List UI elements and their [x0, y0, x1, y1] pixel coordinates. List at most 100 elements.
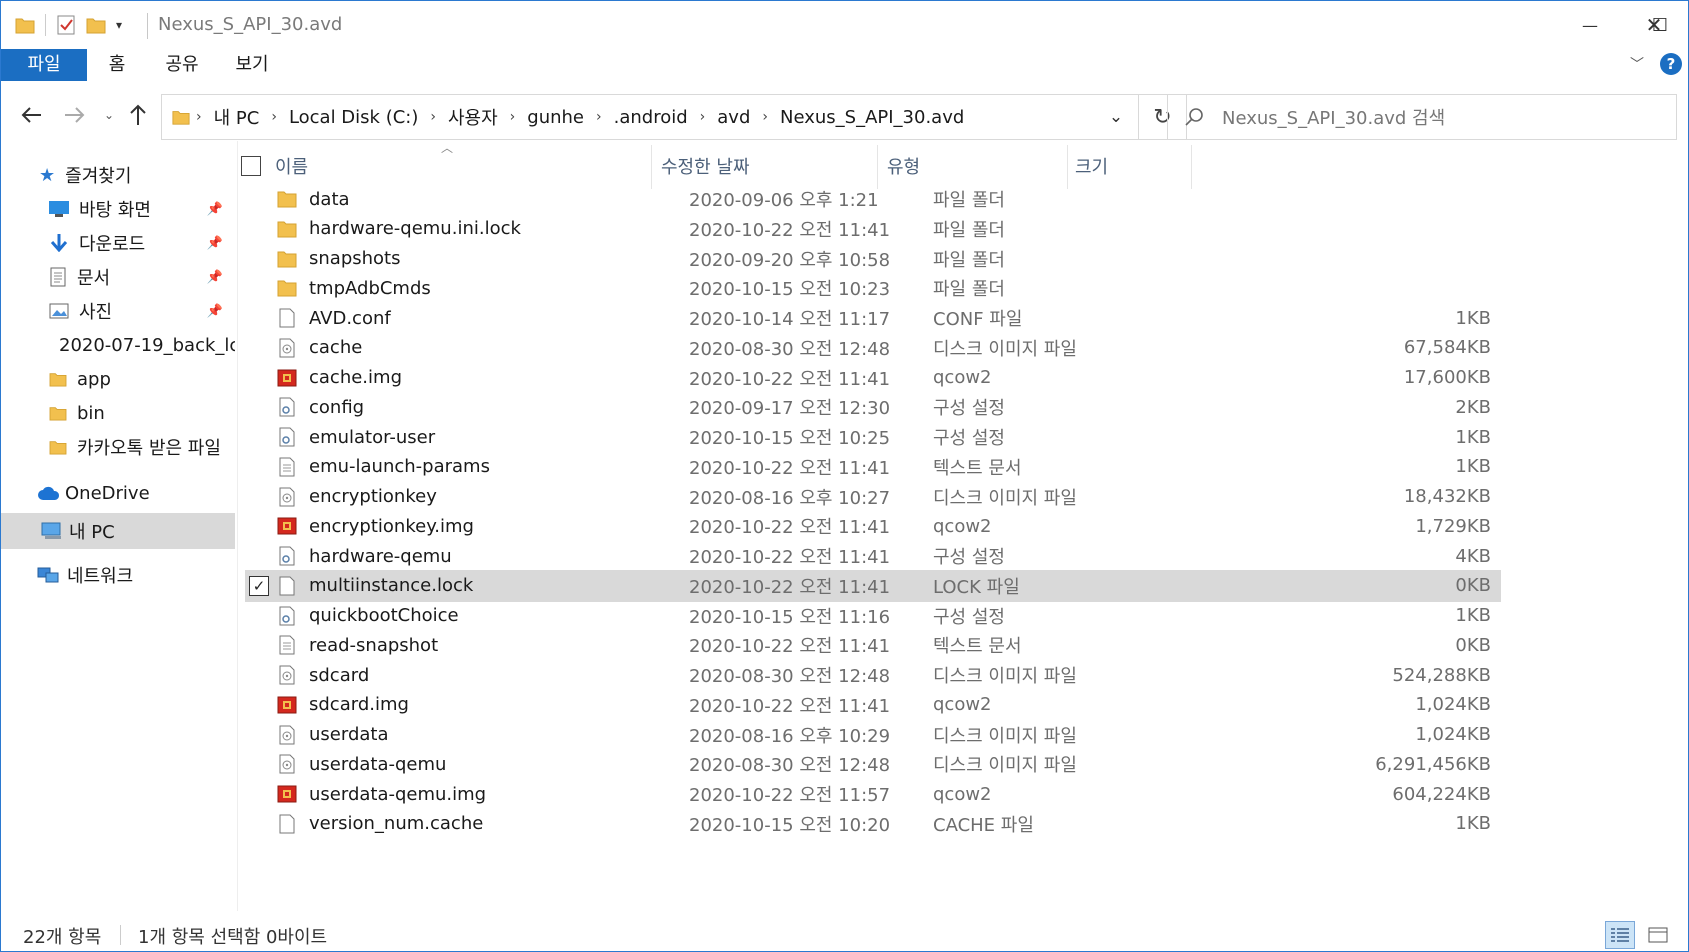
sidebar-item-pictures[interactable]: 사진 📌 [1, 293, 235, 329]
pin-icon[interactable]: 📌 [207, 236, 223, 251]
file-row[interactable]: encryptionkey 2020-08-16 오후 10:27 디스크 이미지 … [245, 481, 1501, 513]
chevron-right-icon[interactable]: › [590, 109, 608, 125]
sidebar-item-desktop[interactable]: 바탕 화면 📌 [1, 191, 235, 227]
expand-ribbon-icon[interactable]: ﹀ [1630, 54, 1644, 74]
chevron-down-icon: ⌄ [1108, 107, 1124, 127]
file-date: 2020-08-16 오후 10:27 [689, 487, 891, 509]
disc-file-icon [277, 754, 297, 774]
sidebar-item-this-pc[interactable]: 내 PC [1, 513, 235, 549]
sidebar-item-folder-back[interactable]: 2020-07-19_back_lc [1, 327, 235, 363]
folder-icon [49, 407, 67, 421]
sidebar-item-quick-access[interactable]: ★ 즐겨찾기 [1, 157, 235, 193]
file-row[interactable]: read-snapshot 2020-10-22 오전 11:41 텍스트 문서 0K… [245, 629, 1501, 661]
crumb-gunhe[interactable]: gunhe [521, 107, 590, 128]
file-date: 2020-09-17 오전 12:30 [689, 398, 891, 420]
chevron-right-icon[interactable]: › [424, 109, 442, 125]
file-row[interactable]: sdcard.img 2020-10-22 오전 11:41 qcow2 1,024K… [245, 689, 1501, 721]
recent-locations-button[interactable]: ⌄ [99, 99, 119, 131]
search-box[interactable]: Nexus_S_API_30.avd 검색 [1167, 94, 1677, 140]
tab-file[interactable]: 파일 [1, 49, 87, 81]
back-button[interactable] [17, 99, 47, 131]
crumb-this-pc[interactable]: 내 PC [208, 104, 266, 130]
file-row[interactable]: data 2020-09-06 오후 1:21 파일 폴더 [245, 183, 1501, 215]
file-row[interactable]: encryptionkey.img 2020-10-22 오전 11:41 qcow… [245, 510, 1501, 542]
crumb-avd[interactable]: avd [711, 107, 756, 128]
file-size: 2KB [1455, 396, 1491, 418]
desktop-icon [49, 201, 69, 217]
forward-button[interactable] [59, 99, 89, 131]
file-row[interactable]: userdata-qemu.img 2020-10-22 오전 11:57 qcow… [245, 778, 1501, 810]
file-type: qcow2 [933, 694, 992, 716]
sidebar-item-documents[interactable]: 문서 📌 [1, 259, 235, 295]
pin-icon[interactable]: 📌 [207, 270, 223, 285]
crumb-users[interactable]: 사용자 [442, 104, 504, 130]
sidebar-item-onedrive[interactable]: OneDrive [1, 475, 235, 511]
close-button[interactable]: ✕ [1620, 1, 1688, 49]
minimize-button[interactable]: — [1555, 1, 1625, 49]
chevron-right-icon[interactable]: › [190, 109, 208, 125]
file-row[interactable]: snapshots 2020-09-20 오후 10:58 파일 폴더 [245, 243, 1501, 275]
file-date: 2020-10-22 오전 11:41 [689, 368, 891, 390]
file-row[interactable]: cache.img 2020-10-22 오전 11:41 qcow2 17,600K… [245, 362, 1501, 394]
address-bar[interactable]: › 내 PC › Local Disk (C:) › 사용자 › gunhe ›… [161, 94, 1187, 140]
folder-icon[interactable] [15, 16, 35, 34]
file-row[interactable]: ✓ multiinstance.lock 2020-10-22 오전 11:41 LO… [245, 569, 1501, 602]
file-date: 2020-10-22 오전 11:41 [689, 547, 891, 568]
file-row[interactable]: config 2020-09-17 오전 12:30 구성 설정 2KB [245, 391, 1501, 423]
chevron-right-icon[interactable]: › [756, 109, 774, 125]
up-button[interactable] [123, 99, 153, 131]
pin-icon[interactable]: 📌 [207, 202, 223, 217]
folder-file-icon [277, 249, 297, 269]
file-name: cache.img [309, 367, 402, 388]
file-row[interactable]: hardware-qemu 2020-10-22 오전 11:41 구성 설정 4KB [245, 540, 1501, 572]
tab-view[interactable]: 보기 [227, 49, 277, 81]
file-row[interactable]: userdata-qemu 2020-08-30 오전 12:48 디스크 이미지 … [245, 748, 1501, 780]
ribbon: 파일 홈 공유 보기 ﹀ ? [1, 49, 1688, 81]
file-date: 2020-10-15 오전 10:25 [689, 428, 891, 449]
chevron-right-icon[interactable]: › [265, 109, 283, 125]
select-all-checkbox[interactable] [241, 156, 261, 176]
file-row[interactable]: AVD.conf 2020-10-14 오전 11:17 CONF 파일 1KB [245, 302, 1501, 334]
crumb-android[interactable]: .android [608, 107, 694, 128]
new-folder-icon[interactable] [86, 16, 106, 34]
file-row[interactable]: hardware-qemu.ini.lock 2020-10-22 오전 11:4… [245, 213, 1501, 245]
details-view-button[interactable] [1605, 921, 1635, 949]
sidebar-item-kakaotalk[interactable]: 카카오톡 받은 파일 [1, 429, 235, 465]
help-icon[interactable]: ? [1660, 53, 1682, 75]
sidebar-item-app[interactable]: app [1, 361, 235, 397]
file-date: 2020-08-16 오후 10:29 [689, 725, 891, 747]
address-history-button[interactable]: ⌄ [1094, 95, 1138, 139]
file-row[interactable]: cache 2020-08-30 오전 12:48 디스크 이미지 파일 67,584… [245, 332, 1501, 364]
file-row[interactable]: userdata 2020-08-16 오후 10:29 디스크 이미지 파일 1,0… [245, 719, 1501, 751]
file-type: qcow2 [933, 515, 992, 537]
chevron-right-icon[interactable]: › [694, 109, 712, 125]
star-icon: ★ [39, 164, 56, 186]
sidebar-item-downloads[interactable]: 다운로드 📌 [1, 225, 235, 261]
file-row[interactable]: version_num.cache 2020-10-15 오전 10:20 CACH… [245, 808, 1501, 840]
file-size: 1KB [1455, 307, 1491, 329]
customize-toolbar-icon[interactable]: ▾ [116, 18, 122, 32]
file-type: 파일 폴더 [933, 249, 1005, 271]
file-name: encryptionkey [309, 486, 437, 507]
search-input[interactable]: Nexus_S_API_30.avd 검색 [1222, 104, 1445, 130]
file-row[interactable]: sdcard 2020-08-30 오전 12:48 디스크 이미지 파일 524,2… [245, 659, 1501, 691]
chevron-right-icon[interactable]: › [504, 109, 522, 125]
file-date: 2020-10-22 오전 11:41 [689, 576, 891, 598]
file-row[interactable]: emu-launch-params 2020-10-22 오전 11:41 텍스트 … [245, 451, 1501, 483]
file-row[interactable]: emulator-user 2020-10-15 오전 10:25 구성 설정 1KB [245, 421, 1501, 453]
file-file-icon [277, 814, 297, 834]
file-row[interactable]: quickbootChoice 2020-10-15 오전 11:16 구성 설정 1… [245, 600, 1501, 632]
file-date: 2020-10-22 오전 11:41 [689, 695, 891, 717]
row-checkbox[interactable]: ✓ [249, 575, 269, 596]
crumb-local-disk[interactable]: Local Disk (C:) [283, 107, 424, 128]
tab-home[interactable]: 홈 [97, 49, 137, 81]
properties-icon[interactable] [56, 14, 76, 36]
sidebar-item-network[interactable]: 네트워크 [1, 557, 235, 593]
large-icons-view-button[interactable] [1643, 921, 1673, 949]
pin-icon[interactable]: 📌 [207, 304, 223, 319]
pane-divider[interactable] [237, 141, 238, 911]
sidebar-item-bin[interactable]: bin [1, 395, 235, 431]
file-row[interactable]: tmpAdbCmds 2020-10-15 오전 10:23 파일 폴더 [245, 272, 1501, 304]
tab-share[interactable]: 공유 [157, 49, 207, 81]
crumb-nexus[interactable]: Nexus_S_API_30.avd [774, 107, 970, 128]
